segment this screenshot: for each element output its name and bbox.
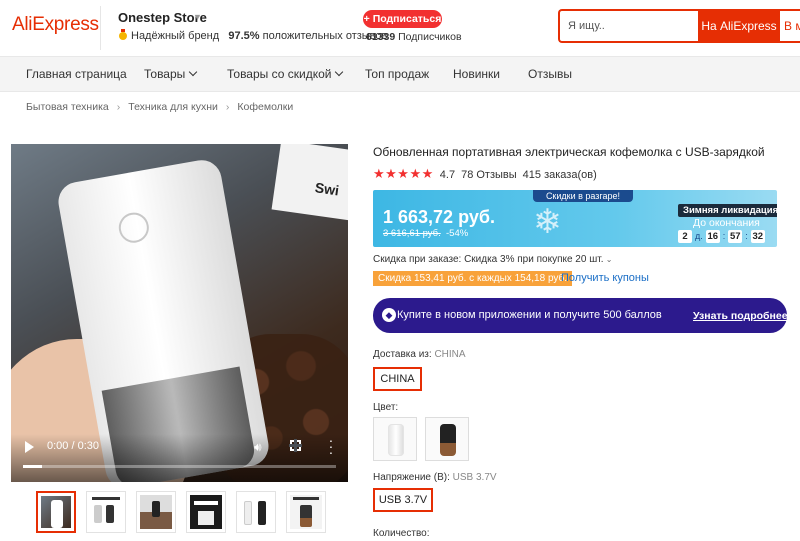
color-label: Цвет: xyxy=(373,402,399,413)
thumbnail-6[interactable] xyxy=(286,491,326,533)
search-store-button[interactable]: В магазине xyxy=(780,9,800,43)
header-divider xyxy=(100,6,101,50)
breadcrumb-item[interactable]: Кофемолки xyxy=(237,101,293,113)
nav-home-label: Главная страница xyxy=(26,67,127,81)
nav-reviews-label: Отзывы xyxy=(528,67,572,81)
voltage-label-text: Напряжение (В): xyxy=(373,472,450,483)
voltage-selected-value: USB 3.7V xyxy=(452,472,497,483)
box-text: Swi xyxy=(313,179,341,199)
reviews-count[interactable]: 78 Отзывы xyxy=(461,169,517,181)
learn-more-link[interactable]: Узнать подробнее xyxy=(693,310,788,322)
aliexpress-logo[interactable]: AliExpress xyxy=(12,14,99,36)
nav-products[interactable]: Товары xyxy=(144,57,198,93)
old-price-row: 3 616,61 руб. -54% xyxy=(383,228,468,239)
search-box: На AliExpress В магазине xyxy=(558,9,800,43)
orders-count: 415 заказа(ов) xyxy=(522,169,597,181)
product-video[interactable]: Swi 0:00 / 0:30 🔊︎ · · · xyxy=(11,144,348,482)
thumbnail-2[interactable] xyxy=(86,491,126,533)
timer-hours: 16 xyxy=(705,230,720,243)
medal-icon xyxy=(119,29,127,40)
black-grinder-image xyxy=(440,424,456,456)
app-promo-banner[interactable]: ◆ Купите в новом приложении и получите 5… xyxy=(373,298,788,333)
chevron-down-icon: ⌄ xyxy=(603,255,613,264)
nav-new-label: Новинки xyxy=(453,67,500,81)
rating-row: ★★★★★ 4.7 78 Отзывы 415 заказа(ов) xyxy=(373,166,597,182)
discount-percent: -54% xyxy=(446,228,469,239)
nav-discount-products[interactable]: Товары со скидкой xyxy=(227,57,344,93)
old-price: 3 616,61 руб. xyxy=(383,228,441,239)
chevron-down-icon xyxy=(189,67,198,77)
voltage-option-usb[interactable]: USB 3.7V xyxy=(373,488,433,512)
chevron-right-icon: › xyxy=(225,101,230,113)
ship-from-label: Доставка из: CHINA xyxy=(373,349,466,360)
thumbnail-3[interactable] xyxy=(136,491,176,533)
color-swatch-black[interactable] xyxy=(425,417,469,461)
chevron-down-icon xyxy=(335,67,344,77)
store-nav: Главная страница Товары Товары со скидко… xyxy=(0,56,800,92)
promo-banner: Скидки в разгаре! ❄ 1 663,72 руб. 3 616,… xyxy=(373,190,777,247)
thumbnail-1[interactable] xyxy=(36,491,76,533)
nav-products-label: Товары xyxy=(144,67,186,81)
color-swatch-white[interactable] xyxy=(373,417,417,461)
sale-title: Зимняя ликвидация xyxy=(678,204,777,217)
snowflake-icon: ❄ xyxy=(533,203,562,241)
current-price: 1 663,72 руб. xyxy=(383,207,495,227)
rating-value: 4.7 xyxy=(439,169,456,181)
store-caret-icon[interactable]: ▼ xyxy=(193,12,202,22)
subscriber-count: 61339 Подписчиков xyxy=(366,31,462,43)
chevron-right-icon: › xyxy=(116,101,121,113)
promo-tag: Скидки в разгаре! xyxy=(533,190,633,202)
ship-label-text: Доставка из: xyxy=(373,349,432,360)
timer-minutes: 57 xyxy=(728,230,743,243)
breadcrumb-item[interactable]: Техника для кухни xyxy=(128,101,218,113)
search-input[interactable] xyxy=(568,11,696,41)
product-title: Обновленная портативная электрическая ко… xyxy=(373,145,765,159)
bulk-discount-info[interactable]: Скидка при заказе: Скидка 3% при покупке… xyxy=(373,254,612,265)
store-trust-info: Надёжный бренд 97.5% положительных отзыв… xyxy=(118,29,387,42)
app-promo-text: Купите в новом приложении и получите 500… xyxy=(397,309,662,321)
subscriber-number: 61339 xyxy=(366,31,396,43)
until-label: До окончания xyxy=(693,217,760,229)
bulk-discount-text: Скидка при заказе: Скидка 3% при покупке… xyxy=(373,254,604,265)
more-options-icon[interactable]: · · · xyxy=(328,433,334,459)
white-grinder-image xyxy=(388,424,404,456)
video-time: 0:00 / 0:30 xyxy=(47,440,99,452)
thumbnail-4[interactable] xyxy=(186,491,226,533)
nav-discount-label: Товары со скидкой xyxy=(227,67,332,81)
rating-stars-icon: ★★★★★ xyxy=(373,166,434,181)
breadcrumb: Бытовая техника › Техника для кухни › Кофемо… xyxy=(26,101,293,113)
volume-icon[interactable]: 🔊︎ xyxy=(254,440,262,455)
fullscreen-icon[interactable] xyxy=(289,439,302,452)
voltage-label: Напряжение (В): USB 3.7V xyxy=(373,472,497,483)
thumbnail-5[interactable] xyxy=(236,491,276,533)
get-coupons-link[interactable]: Получить купоны xyxy=(561,272,649,284)
positive-percent: 97.5% xyxy=(228,30,260,42)
timer-days: 2 xyxy=(678,230,692,243)
ship-option-china[interactable]: CHINA xyxy=(373,367,422,391)
timer-days-label: д. xyxy=(695,231,703,241)
nav-home[interactable]: Главная страница xyxy=(26,57,127,93)
play-icon[interactable] xyxy=(25,441,34,453)
quantity-label: Количество: xyxy=(373,528,430,539)
video-progress-fill xyxy=(23,465,42,468)
coupon-badge: Скидка 153,41 руб. с каждых 154,18 руб. xyxy=(373,271,573,286)
ship-selected-value: CHINA xyxy=(434,349,466,360)
search-aliexpress-button[interactable]: На AliExpress xyxy=(698,9,780,43)
timer-seconds: 32 xyxy=(750,230,765,243)
nav-top-sales-label: Топ продаж xyxy=(365,67,430,81)
app-icon: ◆ xyxy=(382,308,396,322)
subscribe-button[interactable]: + Подписаться xyxy=(363,10,442,28)
breadcrumb-item[interactable]: Бытовая техника xyxy=(26,101,109,113)
site-header: AliExpress Onestep Store ▼ Надёжный брен… xyxy=(0,0,800,56)
subscriber-label: Подписчиков xyxy=(398,31,462,43)
grinder-button-image xyxy=(116,210,152,246)
nav-top-sales[interactable]: Топ продаж xyxy=(365,57,429,93)
nav-reviews[interactable]: Отзывы xyxy=(528,57,572,93)
packaging-box-image: Swi xyxy=(271,144,348,222)
trusted-brand-label: Надёжный бренд xyxy=(131,30,220,42)
countdown-timer: 2 д. 16:57:32 xyxy=(677,230,766,243)
video-progress-bar[interactable] xyxy=(23,465,336,468)
nav-new[interactable]: Новинки xyxy=(453,57,500,93)
